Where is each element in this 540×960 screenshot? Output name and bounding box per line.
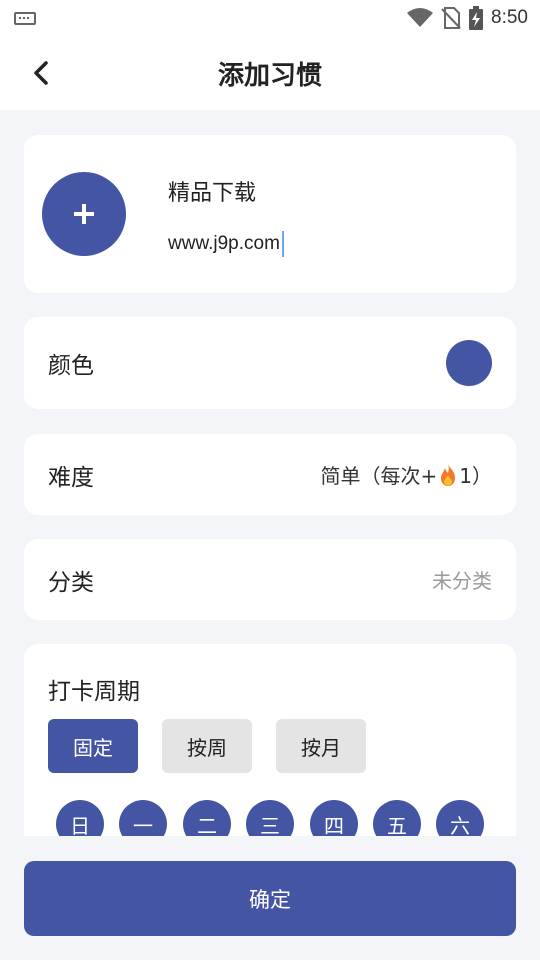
chevron-left-icon bbox=[34, 61, 48, 85]
confirm-button[interactable]: 确定 bbox=[24, 861, 516, 936]
difficulty-value-prefix: 简单（每次+ bbox=[320, 464, 438, 488]
no-sim-icon bbox=[441, 7, 461, 29]
difficulty-value: 简单（每次+ 1） bbox=[320, 460, 492, 489]
status-right: 8:50 bbox=[407, 6, 528, 30]
category-value: 未分类 bbox=[432, 569, 492, 593]
difficulty-label: 难度 bbox=[48, 464, 94, 491]
status-left bbox=[14, 11, 36, 25]
checkin-cycle-card: 打卡周期 固定 按周 按月 日 一 二 三 四 五 六 bbox=[24, 644, 516, 864]
keyboard-icon bbox=[14, 11, 36, 25]
difficulty-row[interactable]: 难度 简单（每次+ 1） bbox=[24, 434, 516, 515]
battery-charging-icon bbox=[469, 6, 484, 30]
habit-name-input[interactable]: 精品下载 bbox=[168, 175, 256, 207]
page-title: 添加习惯 bbox=[217, 60, 322, 91]
cycle-option-weekly[interactable]: 按周 bbox=[162, 719, 252, 773]
bottom-bar: 确定 bbox=[0, 836, 540, 960]
habit-description-input[interactable]: www.j9p.com bbox=[168, 231, 284, 257]
status-bar: 8:50 bbox=[0, 0, 540, 36]
wifi-icon bbox=[407, 8, 434, 27]
cycle-title: 打卡周期 bbox=[48, 679, 140, 705]
color-label: 颜色 bbox=[48, 353, 94, 379]
habit-info-card: 精品下载 www.j9p.com bbox=[24, 135, 516, 293]
app-header: 添加习惯 bbox=[0, 36, 540, 110]
cycle-option-monthly[interactable]: 按月 bbox=[276, 719, 366, 773]
back-button[interactable] bbox=[26, 58, 56, 88]
fire-icon bbox=[441, 463, 456, 486]
text-cursor bbox=[281, 231, 284, 257]
category-row[interactable]: 分类 未分类 bbox=[24, 539, 516, 620]
color-swatch[interactable] bbox=[446, 340, 492, 386]
add-icon-button[interactable] bbox=[42, 172, 126, 256]
cycle-option-fixed[interactable]: 固定 bbox=[48, 719, 138, 773]
plus-icon bbox=[74, 204, 94, 224]
category-label: 分类 bbox=[48, 569, 94, 596]
status-time: 8:50 bbox=[491, 7, 528, 28]
difficulty-value-suffix: 1） bbox=[459, 464, 492, 488]
color-row[interactable]: 颜色 bbox=[24, 317, 516, 409]
habit-description-text: www.j9p.com bbox=[168, 233, 280, 254]
